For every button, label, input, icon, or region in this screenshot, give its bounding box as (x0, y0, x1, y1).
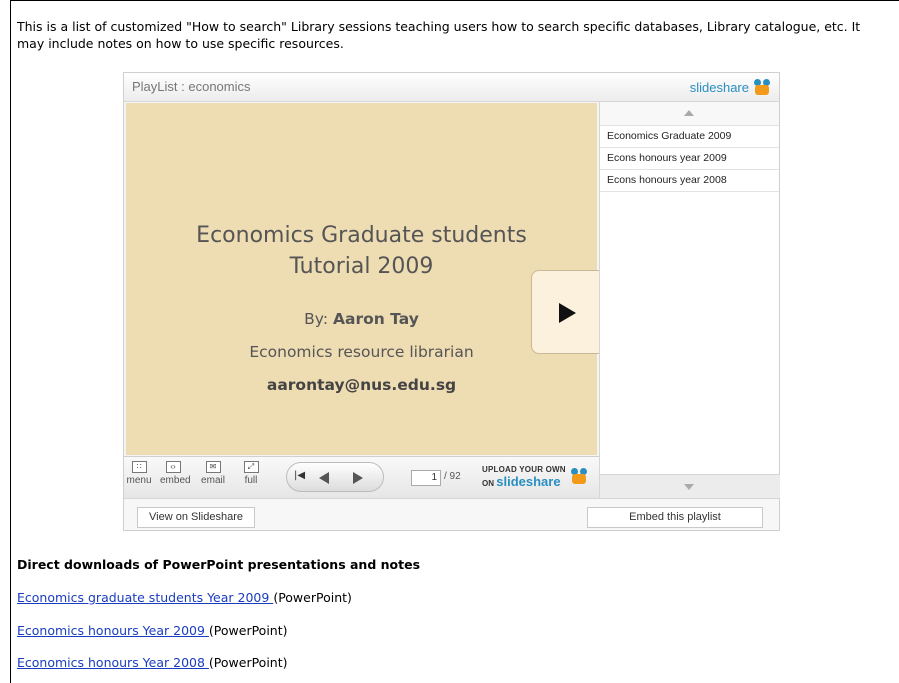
page-number-input[interactable]: 1 (411, 470, 441, 486)
scroll-up-button[interactable] (600, 102, 779, 126)
download-link[interactable]: Economics graduate students Year 2009 (17, 590, 273, 605)
slide-navigation: |◀ (286, 462, 384, 492)
download-suffix: (PowerPoint) (208, 655, 288, 670)
menu-label: menu (126, 475, 152, 486)
download-suffix: (PowerPoint) (273, 590, 352, 605)
downloads-heading: Direct downloads of PowerPoint presentat… (17, 557, 421, 572)
embed-icon: ‹› (165, 461, 181, 473)
slideshare-mark-icon (753, 78, 771, 96)
menu-button[interactable]: ∷ menu (126, 461, 152, 486)
download-link[interactable]: Economics honours Year 2008 (17, 655, 209, 670)
download-row: Economics honours Year 2009 (PowerPoint) (17, 623, 288, 638)
fullscreen-icon: ⤢ (243, 461, 259, 473)
email-label: email (201, 475, 225, 486)
download-row: Economics graduate students Year 2009 (P… (17, 590, 352, 605)
page-total: / 92 (444, 471, 461, 482)
previous-slide-button[interactable] (319, 472, 329, 484)
slide-title-line1: Economics Graduate students (196, 223, 527, 248)
slide-role: Economics resource librarian (249, 343, 474, 361)
playlist-item[interactable]: Economics Graduate 2009 (600, 126, 779, 148)
slide-email: aarontay@nus.edu.sg (266, 376, 457, 394)
slide-author: Aaron Tay (332, 310, 419, 328)
slide-title: Economics Graduate students Tutorial 200… (126, 220, 597, 282)
first-slide-icon[interactable]: |◀ (294, 470, 305, 481)
upload-brand: slideshare (496, 474, 561, 489)
grid-icon: ∷ (131, 461, 147, 473)
scroll-down-button[interactable] (600, 474, 780, 498)
embed-button[interactable]: ‹› embed (160, 461, 191, 486)
upload-promo[interactable]: UPLOAD YOUR OWN ON slideshare (482, 465, 592, 489)
playlist-item[interactable]: Econs honours year 2009 (600, 148, 779, 170)
upload-on: ON (482, 479, 494, 488)
next-slide-button[interactable] (353, 472, 363, 484)
play-button[interactable] (531, 270, 603, 354)
slide-by-label: By: (304, 310, 333, 328)
embed-playlist-button[interactable]: Embed this playlist (587, 507, 763, 528)
slide-title-line2: Tutorial 2009 (289, 254, 434, 279)
play-icon (559, 303, 576, 323)
intro-text: This is a list of customized "How to sea… (17, 19, 861, 51)
full-label: full (244, 475, 258, 486)
download-link[interactable]: Economics honours Year 2009 (17, 623, 209, 638)
slide-preview[interactable]: Economics Graduate students Tutorial 200… (126, 103, 603, 455)
player-footer: View on Slideshare Embed this playlist (124, 498, 779, 530)
envelope-icon: ✉ (205, 461, 221, 473)
player-controls: ∷ menu ‹› embed ✉ email ⤢ full |◀ 1 / 92… (124, 456, 599, 498)
slide-byline: By: Aaron Tay (126, 310, 597, 328)
embed-label: embed (160, 475, 191, 486)
playlist-item[interactable]: Econs honours year 2008 (600, 170, 779, 192)
slideshare-player: PlayList : economics slideshare Economic… (123, 72, 780, 531)
arrow-down-icon (684, 484, 694, 490)
email-button[interactable]: ✉ email (200, 461, 226, 486)
download-row: Economics honours Year 2008 (PowerPoint) (17, 655, 288, 670)
slideshare-logo-text: slideshare (689, 79, 749, 95)
arrow-up-icon (684, 110, 694, 116)
playlist-sidebar: Economics Graduate 2009 Econs honours ye… (599, 102, 780, 498)
view-on-slideshare-button[interactable]: View on Slideshare (137, 507, 255, 528)
slideshare-logo[interactable]: slideshare (690, 78, 771, 96)
slideshare-mark-icon (570, 467, 588, 485)
fullscreen-button[interactable]: ⤢ full (238, 461, 264, 486)
player-header: PlayList : economics slideshare (124, 73, 779, 102)
download-suffix: (PowerPoint) (208, 623, 288, 638)
playlist-title: PlayList : economics (132, 79, 251, 94)
